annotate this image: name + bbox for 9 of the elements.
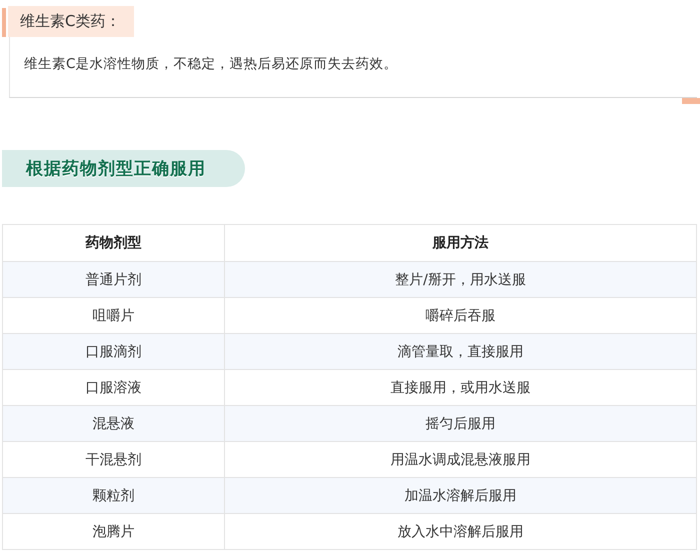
table-cell: 泡腾片 xyxy=(2,514,224,550)
corner-accent xyxy=(682,98,700,104)
banner-title: 根据药物剂型正确服用 xyxy=(26,158,206,180)
column-header: 药物剂型 xyxy=(2,224,224,262)
accent-bar xyxy=(2,8,6,37)
table-cell: 放入水中溶解后服用 xyxy=(224,514,696,550)
note-text: 维生素C是水溶性物质，不稳定，遇热后易还原而失去药效。 xyxy=(24,55,398,73)
column-header: 服用方法 xyxy=(224,224,696,262)
note-title: 维生素C类药： xyxy=(8,6,134,37)
